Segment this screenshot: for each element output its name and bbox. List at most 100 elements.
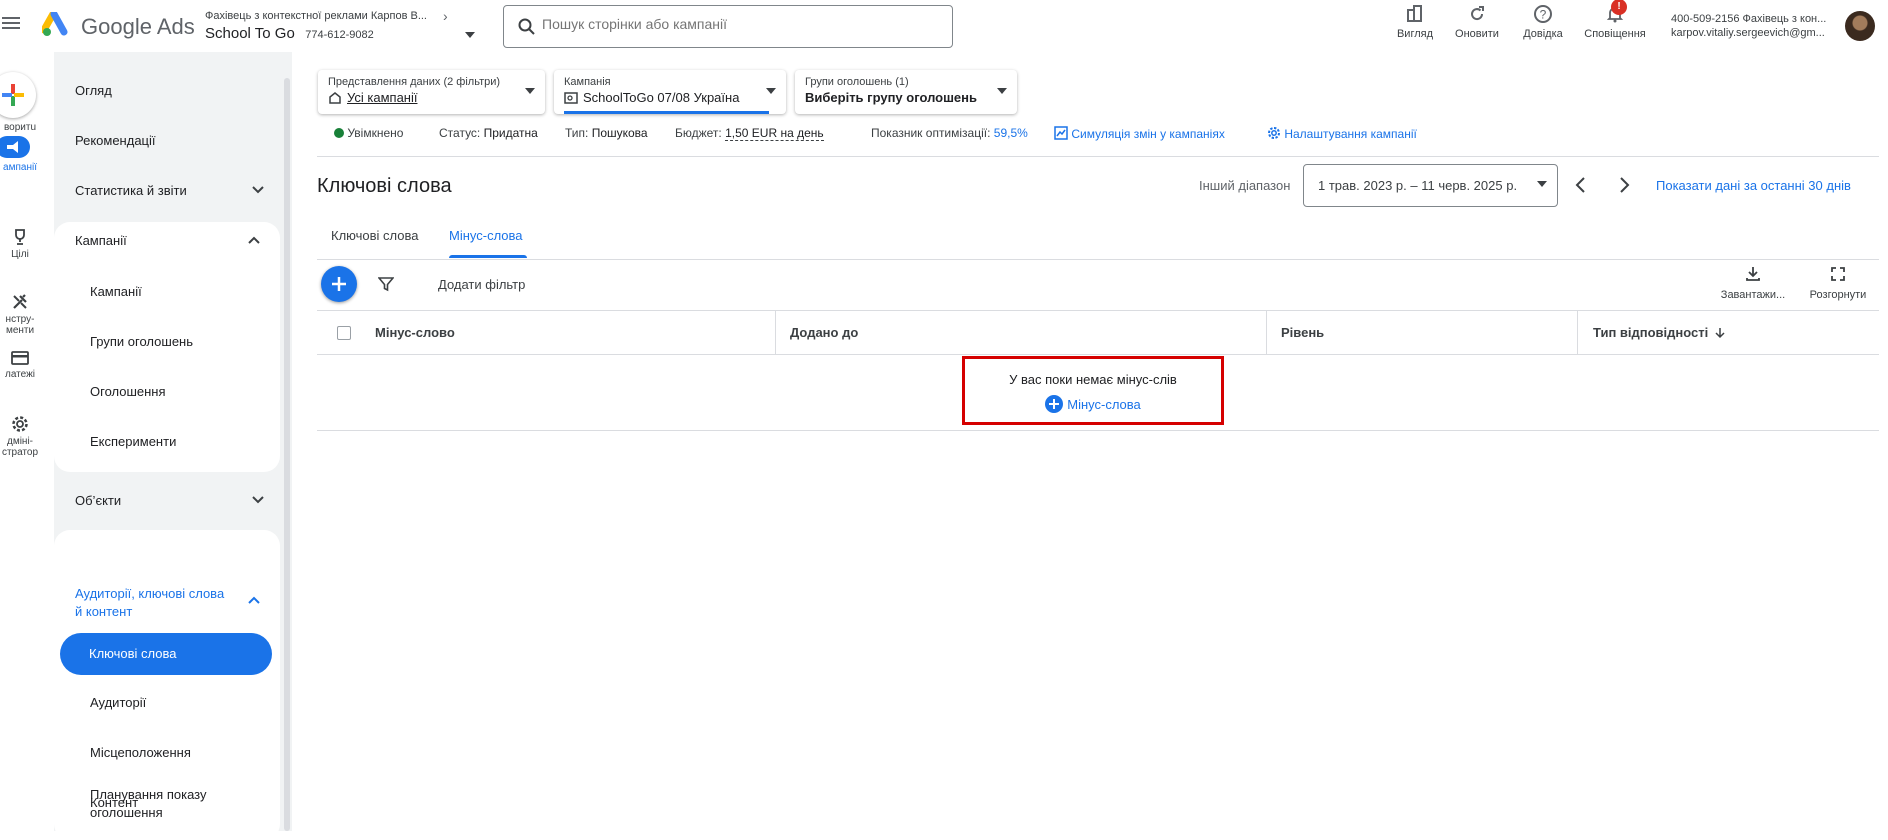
nav-scrollbar-thumb[interactable] <box>284 78 290 831</box>
chevron-right-icon[interactable] <box>1617 175 1631 195</box>
last-30-days-link[interactable]: Показати дані за останні 30 днів <box>1656 178 1851 193</box>
date-range-label: Інший діапазон <box>1199 178 1291 193</box>
refresh-button[interactable]: Оновити <box>1452 3 1502 47</box>
column-negative-keyword[interactable]: Мінус-слово <box>375 311 455 355</box>
google-ads-logo <box>42 12 68 36</box>
side-nav: Огляд Рекомендації Статистика й звіти Ка… <box>54 52 284 840</box>
status-label: Статус: <box>439 126 481 140</box>
search-input[interactable] <box>542 16 932 32</box>
column-level[interactable]: Рівень <box>1281 311 1324 355</box>
home-icon <box>329 91 341 104</box>
budget-info[interactable]: Бюджет: 1,50 EUR на день <box>675 126 824 141</box>
chevron-right-icon: › <box>443 8 448 24</box>
help-button[interactable]: ? Довідка <box>1519 3 1567 47</box>
enabled-label: Увімкнено <box>347 126 404 140</box>
column-added-to[interactable]: Додано до <box>790 311 858 355</box>
nav-audiences[interactable]: Аудиторії <box>54 694 284 712</box>
dropdown-arrow-icon[interactable] <box>465 32 475 38</box>
view-filter[interactable]: Представлення даних (2 фільтри) Усі камп… <box>318 70 545 114</box>
add-filter-button[interactable]: Додати фільтр <box>438 277 525 292</box>
nav-objects[interactable]: Об’єкти <box>54 492 284 510</box>
rail-campaigns[interactable]: ампанії <box>0 136 40 173</box>
simulate-link[interactable]: Симуляція змін у кампаніях <box>1054 126 1225 141</box>
nav-audiences-header-label: Аудиторії, ключові слова й контент <box>75 586 225 619</box>
trophy-icon <box>15 229 25 245</box>
appearance-button[interactable]: Вигляд <box>1395 3 1435 47</box>
ad-group-filter[interactable]: Групи оголошень (1) Виберіть групу оголо… <box>795 70 1017 114</box>
campaign-filter-value: SchoolToGo 07/08 Україна <box>583 90 740 105</box>
rail-create-label[interactable]: воритu <box>0 122 40 133</box>
nav-keywords-active[interactable]: Ключові слова <box>60 633 272 675</box>
app-name: Google Ads <box>81 14 195 39</box>
notifications-button[interactable]: ! Сповіщення <box>1581 0 1649 47</box>
nav-audiences-header[interactable]: Аудиторії, ключові слова й контент <box>54 585 284 621</box>
top-bar: Google Ads Фахівець з контекстної реклам… <box>0 0 1888 52</box>
status-value: Придатна <box>483 126 538 140</box>
sort-arrow-down-icon <box>1715 328 1725 339</box>
search-icon <box>518 18 535 35</box>
fullscreen-icon <box>1831 267 1845 281</box>
create-button[interactable] <box>0 72 36 118</box>
avatar[interactable] <box>1845 11 1875 41</box>
nav-stats[interactable]: Статистика й звіти <box>54 182 284 200</box>
filter-icon[interactable] <box>378 276 394 292</box>
nav-experiments[interactable]: Експерименти <box>54 433 284 451</box>
column-divider <box>1266 311 1267 355</box>
add-negative-keywords-label: Мінус-слова <box>1067 396 1141 412</box>
rail-goals[interactable]: Цілі <box>0 228 40 260</box>
expand-label: Розгорнути <box>1809 289 1867 301</box>
campaign-settings-label: Налаштування кампанії <box>1284 127 1417 141</box>
add-negative-keywords-link[interactable]: Мінус-слова <box>965 395 1221 413</box>
nav-ad-groups[interactable]: Групи оголошень <box>54 333 284 351</box>
divider <box>317 156 1879 157</box>
active-tab-indicator <box>449 255 527 258</box>
nav-locations[interactable]: Місцеположення <box>54 744 284 762</box>
nav-campaigns-group: Кампанії Кампанії Групи оголошень Оголош… <box>54 222 280 472</box>
user-account[interactable]: 400-509-2156 Фахівець з кон... karpov.vi… <box>1671 12 1836 40</box>
nav-campaigns-header-label: Кампанії <box>75 233 127 248</box>
nav-objects-label: Об’єкти <box>75 493 122 508</box>
add-circle-icon <box>1045 395 1064 413</box>
rail-admin[interactable]: дміні- стратор <box>0 404 40 469</box>
chevron-down-icon <box>252 496 264 504</box>
expand-button[interactable]: Розгорнути <box>1806 266 1870 301</box>
campaign-filter[interactable]: Кампанія SchoolToGo 07/08 Україна <box>554 70 786 114</box>
menu-icon[interactable] <box>2 14 22 34</box>
optimization-score[interactable]: Показник оптимізації: 59,5% <box>871 126 1028 140</box>
empty-state-highlight: У вас поки немає мінус-слів Мінус-слова <box>962 356 1224 425</box>
nav-ad-schedule[interactable]: Планування показу оголошення <box>54 786 254 822</box>
type-info: Тип: Пошукова <box>565 126 648 140</box>
rail-billing[interactable]: латежі <box>0 350 40 380</box>
campaigns-icon <box>7 141 18 153</box>
enabled-dot-icon <box>334 128 344 138</box>
account-id: 774-612-9082 <box>305 29 374 41</box>
opt-label: Показник оптимізації: <box>871 126 991 140</box>
select-all-checkbox[interactable] <box>337 326 351 340</box>
dropdown-arrow-icon <box>1537 181 1547 187</box>
chevron-left-icon[interactable] <box>1574 175 1588 195</box>
column-match-type[interactable]: Тип відповідності <box>1593 311 1725 355</box>
account-switcher[interactable]: Фахівець з контекстної реклами Карпов В.… <box>205 8 475 43</box>
add-button[interactable] <box>321 266 357 302</box>
ad-group-filter-label: Групи оголошень (1) <box>805 76 909 88</box>
refresh-label: Оновити <box>1455 28 1499 40</box>
search-box[interactable] <box>503 5 953 48</box>
campaign-type-icon <box>564 91 578 104</box>
nav-ads[interactable]: Оголошення <box>54 383 284 401</box>
account-title: School To Go <box>205 25 295 42</box>
budget-value[interactable]: 1,50 EUR на день <box>725 126 824 141</box>
tab-keywords[interactable]: Ключові слова <box>331 228 418 243</box>
nav-overview[interactable]: Огляд <box>54 82 284 100</box>
nav-campaigns[interactable]: Кампанії <box>54 283 284 301</box>
campaign-settings-link[interactable]: Налаштування кампанії <box>1267 126 1417 141</box>
rail-goals-label: Цілі <box>11 249 29 260</box>
nav-recommendations[interactable]: Рекомендації <box>54 132 284 150</box>
rail-tools[interactable]: нстру- менти <box>0 282 40 347</box>
date-range-picker[interactable]: 1 трав. 2023 р. – 11 черв. 2025 р. <box>1303 164 1558 207</box>
enabled-status[interactable]: Увімкнено <box>334 126 403 140</box>
rail-tools-label: нстру- менти <box>5 314 35 336</box>
user-line-1: 400-509-2156 Фахівець з кон... <box>1671 13 1827 25</box>
download-button[interactable]: Завантажи... <box>1718 266 1788 301</box>
nav-campaigns-header[interactable]: Кампанії <box>54 232 284 250</box>
tab-negative-keywords[interactable]: Мінус-слова <box>449 228 523 243</box>
